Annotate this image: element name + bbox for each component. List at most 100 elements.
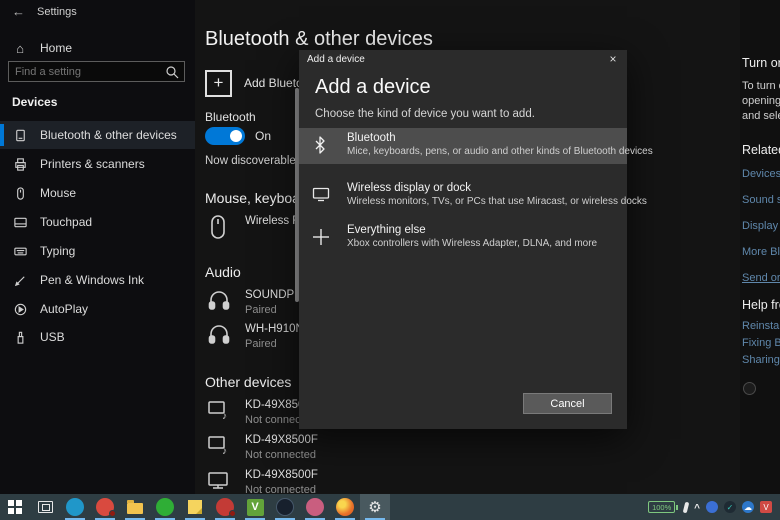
section-heading-other-devices: Other devices — [205, 374, 291, 390]
cancel-button[interactable]: Cancel — [523, 393, 612, 414]
sidebar-item-touchpad[interactable]: Touchpad — [0, 208, 195, 236]
sidebar-item-label: Pen & Windows Ink — [40, 273, 144, 287]
start-button[interactable] — [0, 494, 30, 520]
settings-sidebar: ← Settings ⌂ Home Devices Bluetooth & ot… — [0, 0, 195, 494]
mouse-device-icon — [207, 214, 233, 244]
sidebar-item-usb[interactable]: USB — [0, 323, 195, 351]
dialog-titlebar: Add a device × — [299, 50, 627, 70]
steam-icon — [276, 498, 294, 516]
headphones-icon — [207, 322, 233, 352]
tray-shield-v-icon[interactable]: V — [760, 501, 772, 513]
device-status: Not connected — [245, 449, 316, 461]
back-icon[interactable]: ← — [12, 4, 25, 19]
wireless-display-icon — [312, 186, 330, 204]
file-explorer-icon — [127, 503, 143, 514]
sidebar-item-label: Home — [40, 41, 72, 55]
system-tray: 100% ^ ✓ ☁ V — [648, 501, 780, 513]
get-help-icon[interactable] — [743, 382, 756, 395]
sidebar-titlebar: ← Settings — [0, 0, 195, 28]
link-devices-and-printers[interactable]: Devices and printers — [742, 168, 780, 180]
dialog-titlebar-text: Add a device — [307, 54, 365, 65]
media-device-icon: ♪ — [207, 433, 233, 463]
sidebar-item-printers-scanners[interactable]: Printers & scanners — [0, 150, 195, 178]
option-title: Everything else — [347, 224, 426, 236]
autoplay-icon — [12, 301, 28, 317]
page-title: Bluetooth & other devices — [205, 28, 433, 51]
sidebar-section-devices: Devices — [12, 95, 57, 109]
sticky-notes-icon — [188, 500, 202, 514]
task-view-button[interactable] — [30, 494, 60, 520]
pen-tray-icon[interactable] — [683, 501, 690, 513]
sidebar-item-home[interactable]: ⌂ Home — [0, 34, 195, 62]
taskbar-app-sticky-notes[interactable] — [180, 494, 210, 520]
option-description: Wireless monitors, TVs, or PCs that use … — [347, 196, 647, 207]
onedrive-cloud-icon[interactable]: ☁ — [742, 501, 754, 513]
battery-indicator[interactable]: 100% — [648, 501, 678, 513]
sidebar-item-typing[interactable]: Typing — [0, 237, 195, 265]
related-settings-heading: Related settings — [742, 143, 780, 157]
taskbar-app-red-badge[interactable] — [210, 494, 240, 520]
option-title: Bluetooth — [347, 132, 396, 144]
bluetooth-label: Bluetooth — [205, 110, 256, 124]
windows-logo-icon — [8, 500, 22, 514]
option-wireless-display[interactable]: Wireless display or dock Wireless monito… — [299, 178, 627, 214]
link-reinstalling-drivers[interactable]: Reinstalling Bluetooth drivers — [742, 320, 780, 332]
sidebar-item-mouse[interactable]: Mouse — [0, 179, 195, 207]
link-sharing-files[interactable]: Sharing files over Bluetooth — [742, 354, 780, 366]
task-view-icon — [38, 501, 53, 513]
taskbar-app-firefox[interactable] — [330, 494, 360, 520]
sidebar-item-label: Typing — [40, 244, 75, 258]
screen: ← Settings ⌂ Home Devices Bluetooth & ot… — [0, 0, 780, 520]
firefox-icon — [336, 498, 354, 516]
sidebar-item-autoplay[interactable]: AutoPlay — [0, 295, 195, 323]
sidebar-item-bluetooth-other-devices[interactable]: Bluetooth & other devices — [0, 121, 195, 149]
app-title: Settings — [37, 6, 77, 18]
notification-badge — [229, 510, 236, 517]
link-sound-settings[interactable]: Sound settings — [742, 194, 780, 206]
link-send-receive-files[interactable]: Send or receive files via Bluetooth — [742, 272, 780, 284]
taskbar-app-red[interactable] — [90, 494, 120, 520]
taskbar-app-file-explorer[interactable] — [120, 494, 150, 520]
device-status: Paired — [245, 338, 277, 350]
rail-paragraph-line: To turn on Bluetooth without — [742, 80, 780, 92]
battery-percent-label: 100% — [648, 501, 675, 513]
link-display-settings[interactable]: Display settings — [742, 220, 780, 232]
taskbar-app-line[interactable] — [150, 494, 180, 520]
svg-text:♪: ♪ — [222, 411, 227, 422]
taskbar-app-v[interactable]: V — [240, 494, 270, 520]
rail-paragraph-line: and select the Bluetooth icon. — [742, 110, 780, 122]
sidebar-item-label: Bluetooth & other devices — [40, 128, 177, 142]
media-device-icon: ♪ — [207, 398, 233, 428]
search-icon[interactable] — [164, 64, 180, 80]
taskbar-app-browser-teal[interactable] — [60, 494, 90, 520]
option-everything-else[interactable]: Everything else Xbox controllers with Wi… — [299, 220, 627, 256]
sidebar-item-label: Touchpad — [40, 215, 92, 229]
taskbar-app-settings[interactable]: ⚙ — [360, 494, 390, 520]
mouse-icon — [12, 185, 28, 201]
dialog-description: Choose the kind of device you want to ad… — [315, 108, 535, 120]
sidebar-item-label: USB — [40, 330, 65, 344]
taskbar: V ⚙ 100% ^ ✓ ☁ V — [0, 494, 780, 520]
option-bluetooth[interactable]: Bluetooth Mice, keyboards, pens, or audi… — [299, 128, 627, 164]
sidebar-item-pen-windows-ink[interactable]: Pen & Windows Ink — [0, 266, 195, 294]
browser-teal-icon — [66, 498, 84, 516]
link-more-bluetooth-options[interactable]: More Bluetooth options — [742, 246, 780, 258]
line-messenger-icon — [156, 498, 174, 516]
device-name: KD-49X8500F — [245, 469, 318, 481]
taskbar-app-photos[interactable] — [300, 494, 330, 520]
link-fixing-connections[interactable]: Fixing Bluetooth connections — [742, 337, 780, 349]
right-rail: Turn on Bluetooth even faster To turn on… — [740, 0, 780, 494]
show-hidden-icons-chevron[interactable]: ^ — [694, 505, 700, 513]
close-icon[interactable]: × — [605, 52, 621, 66]
search-input[interactable] — [9, 66, 164, 78]
toggle-state-label: On — [255, 129, 271, 143]
bluetooth-toggle[interactable] — [205, 127, 245, 145]
add-device-dialog: Add a device × Add a device Choose the k… — [299, 50, 627, 429]
tray-app-blue-icon[interactable] — [706, 501, 718, 513]
device-status: Paired — [245, 304, 277, 316]
keyboard-icon — [12, 243, 28, 259]
sidebar-item-label: Mouse — [40, 186, 76, 200]
taskbar-app-steam[interactable] — [270, 494, 300, 520]
pen-icon — [12, 272, 28, 288]
tray-check-icon[interactable]: ✓ — [724, 501, 736, 513]
